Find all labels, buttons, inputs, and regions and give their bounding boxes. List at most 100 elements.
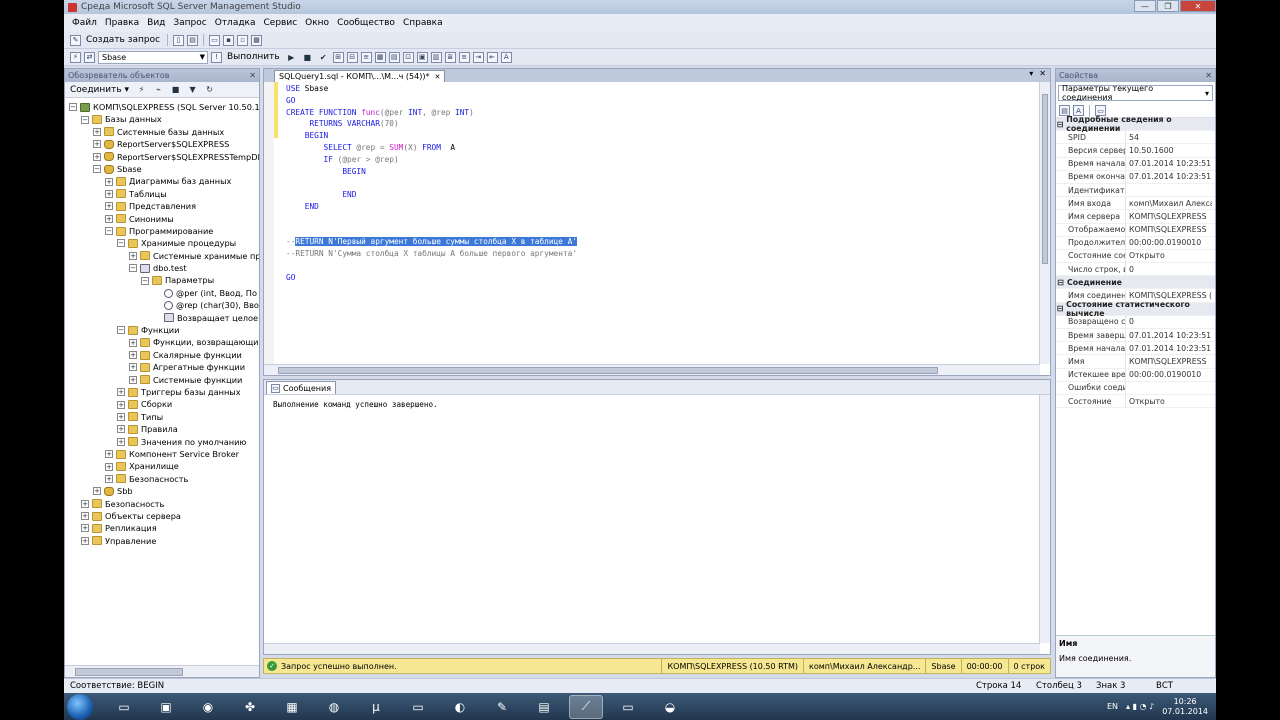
property-row[interactable]: Число строк, воз0 <box>1056 263 1215 277</box>
expand-icon[interactable]: + <box>129 251 137 260</box>
minimize-button[interactable]: — <box>1134 0 1156 12</box>
expand-icon[interactable]: + <box>129 338 137 347</box>
tree-node[interactable]: @per (int, Ввод, По <box>65 287 259 299</box>
collapse-icon[interactable]: − <box>129 264 137 273</box>
expand-icon[interactable]: + <box>105 462 113 471</box>
expand-icon[interactable]: + <box>81 499 89 508</box>
chrome-icon[interactable]: ◉ <box>191 695 225 719</box>
debug-icon[interactable]: ▶ <box>285 51 298 64</box>
results-file-icon[interactable]: ▤ <box>388 51 400 63</box>
tree-node[interactable]: + Функции, возвращающие <box>65 336 259 348</box>
connect-dropdown[interactable]: Соединить ▾ <box>68 83 131 96</box>
collapse-icon[interactable]: − <box>69 103 77 112</box>
stop-icon[interactable]: ■ <box>169 83 182 96</box>
close-button[interactable]: ✕ <box>1180 0 1216 12</box>
tree-node[interactable]: + Системные базы данных <box>65 126 259 138</box>
property-row[interactable]: Имя входа комп\Михаил Алекса <box>1056 197 1215 211</box>
execute-icon[interactable]: ! <box>211 51 222 63</box>
property-category[interactable]: ⊟ Состояние статистического вычисле <box>1056 300 1215 318</box>
execute-button[interactable]: Выполнить <box>225 51 282 64</box>
tree-node[interactable]: + Системные функции <box>65 374 259 386</box>
collapse-icon[interactable]: ⊟ <box>1056 304 1064 313</box>
open-folder-icon[interactable]: ▭ <box>209 34 221 46</box>
menu-item-4[interactable]: Отладка <box>211 18 260 28</box>
expand-icon[interactable]: + <box>93 152 101 161</box>
start-button[interactable] <box>67 693 93 720</box>
property-row[interactable]: Истекшее время00:00:00.0190010 <box>1056 368 1215 382</box>
menu-item-3[interactable]: Запрос <box>169 18 210 28</box>
menu-item-2[interactable]: Вид <box>143 18 169 28</box>
expand-icon[interactable]: + <box>117 437 125 446</box>
tree-node[interactable]: + Диаграммы баз данных <box>65 175 259 187</box>
save-all-icon[interactable]: ▫ <box>237 34 249 46</box>
tree-node[interactable]: + Триггеры базы данных <box>65 386 259 398</box>
parse-icon[interactable]: ✔ <box>317 51 330 64</box>
query-designer-icon[interactable]: ⊟ <box>346 51 358 63</box>
network-icon[interactable]: ◒ <box>653 695 687 719</box>
expand-icon[interactable]: + <box>129 375 137 384</box>
property-row[interactable]: Продолжительн00:00:00.0190010 <box>1056 236 1215 250</box>
close-icon[interactable]: ✕ <box>1205 71 1212 80</box>
terminal-icon[interactable]: ▤ <box>527 695 561 719</box>
browser-icon[interactable]: ◍ <box>317 695 351 719</box>
include-plan-icon[interactable]: ⊡ <box>402 51 414 63</box>
expand-icon[interactable]: + <box>105 189 113 198</box>
expand-icon[interactable]: + <box>117 412 125 421</box>
editor-icon[interactable]: ✎ <box>485 695 519 719</box>
tree-node[interactable]: + Безопасность <box>65 473 259 485</box>
vertical-scrollbar[interactable] <box>1039 82 1050 364</box>
media-player-icon[interactable]: ▣ <box>149 695 183 719</box>
expand-icon[interactable]: + <box>81 512 89 521</box>
clock[interactable]: 10:26 07.01.2014 <box>1162 697 1208 717</box>
collapse-icon[interactable]: ⊟ <box>1056 120 1064 129</box>
display-icon[interactable]: ▭ <box>611 695 645 719</box>
tree-node[interactable]: + Репликация <box>65 522 259 534</box>
tree-node[interactable]: + Правила <box>65 423 259 435</box>
tree-node[interactable]: − Функции <box>65 324 259 336</box>
expand-icon[interactable]: + <box>129 351 137 359</box>
tree-node[interactable]: Возвращает целое <box>65 312 259 324</box>
horizontal-scrollbar[interactable] <box>264 643 1040 654</box>
tree-node[interactable]: + Сборки <box>65 398 259 410</box>
stop-icon[interactable]: ■ <box>301 51 314 64</box>
tree-node[interactable]: @rep (char(30), Ввод <box>65 299 259 311</box>
property-row[interactable]: Время начала со07.01.2014 10:23:51 <box>1056 157 1215 171</box>
expand-icon[interactable]: + <box>81 536 89 545</box>
ssms-taskbar-icon[interactable]: ⟋ <box>569 694 603 719</box>
menu-item-5[interactable]: Сервис <box>260 18 302 28</box>
results-grid-icon[interactable]: ▦ <box>374 51 386 63</box>
tree-node[interactable]: − Программирование <box>65 225 259 237</box>
expand-icon[interactable]: + <box>105 177 113 186</box>
menu-item-7[interactable]: Сообщество <box>333 18 399 28</box>
database-select[interactable]: Sbase ▼ <box>98 50 208 64</box>
uncomment-icon[interactable]: ≡ <box>458 51 470 63</box>
menu-item-8[interactable]: Справка <box>399 18 447 28</box>
refresh-icon[interactable]: ↻ <box>203 83 216 96</box>
horizontal-scrollbar[interactable] <box>264 364 1040 375</box>
expand-icon[interactable]: + <box>105 214 113 223</box>
expand-icon[interactable]: + <box>105 474 113 483</box>
close-icon[interactable]: ✕ <box>1039 69 1046 78</box>
properties-object-select[interactable]: Параметры текущего соединения ▾ <box>1058 84 1213 102</box>
close-icon[interactable]: ✕ <box>249 71 256 80</box>
tree-node[interactable]: + Sbb <box>65 485 259 497</box>
property-row[interactable]: Состояние соедиОткрыто <box>1056 249 1215 264</box>
collapse-icon[interactable]: − <box>105 227 113 236</box>
collapse-icon[interactable]: − <box>117 239 125 248</box>
tree-node[interactable]: + Таблицы <box>65 188 259 200</box>
tree-node[interactable]: + Синонимы <box>65 213 259 225</box>
tree-node[interactable]: + Представления <box>65 200 259 212</box>
property-row[interactable]: Ошибки соедине <box>1056 381 1215 395</box>
expand-icon[interactable]: + <box>117 388 125 397</box>
tree-node[interactable]: + Скалярные функции <box>65 349 259 361</box>
expand-icon[interactable]: + <box>105 202 113 211</box>
property-row[interactable]: Имя сервера КОМП\SQLEXPRESS <box>1056 210 1215 224</box>
property-category[interactable]: ⊟ Подробные сведения о соединении <box>1056 115 1215 133</box>
calculator-icon[interactable]: ▦ <box>275 695 309 719</box>
firefox-icon[interactable]: ◐ <box>443 695 477 719</box>
tree-node[interactable]: + ReportServer$SQLEXPRESS <box>65 138 259 150</box>
results-text-icon[interactable]: ≡ <box>360 51 372 63</box>
expand-icon[interactable]: + <box>81 524 89 533</box>
tree-node[interactable]: + ReportServer$SQLEXPRESSTempDB <box>65 151 259 163</box>
tree-node[interactable]: + Компонент Service Broker <box>65 448 259 460</box>
